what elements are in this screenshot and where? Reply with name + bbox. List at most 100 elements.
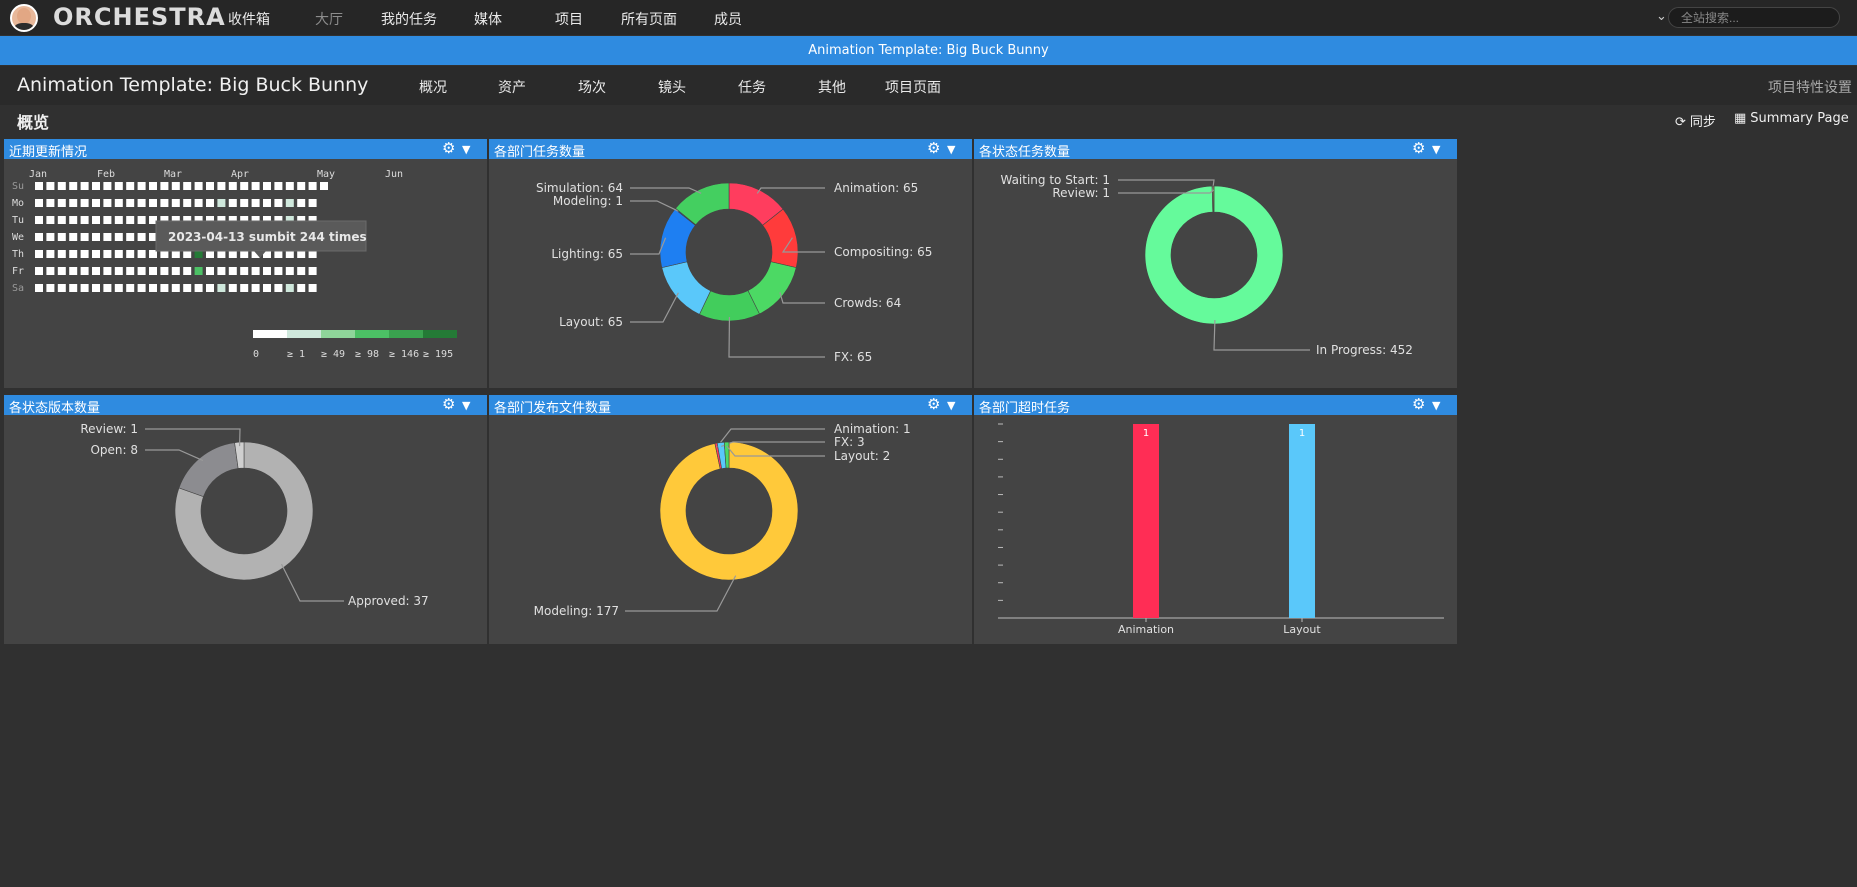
search-input[interactable]	[1681, 9, 1831, 26]
panel-header: 各状态任务数量 ⚙ ▼	[974, 139, 1457, 160]
donut-slice	[661, 261, 711, 315]
legend-label: ≥ 98	[355, 349, 379, 360]
slice-label: Animation: 65	[834, 181, 918, 195]
legend-label: ≥ 146	[389, 349, 419, 360]
day-label: Th	[12, 249, 24, 260]
heatmap-cell	[297, 284, 306, 292]
heatmap-cell	[194, 199, 203, 207]
gear-icon[interactable]: ⚙	[442, 140, 455, 157]
heatmap-cell	[114, 182, 123, 190]
slice-label: FX: 3	[834, 435, 865, 449]
gear-icon[interactable]: ⚙	[927, 140, 940, 157]
month-label: Apr	[231, 169, 249, 180]
global-search[interactable]: ⌄	[1656, 7, 1840, 28]
heatmap-cell	[126, 216, 135, 224]
heatmap-cell	[35, 199, 43, 207]
tab-tasks[interactable]: 任务	[738, 77, 766, 97]
heatmap-cell	[137, 199, 146, 207]
caret-down-icon[interactable]: ▼	[947, 397, 955, 414]
panel-title: 各状态任务数量	[979, 145, 1071, 160]
gear-icon[interactable]: ⚙	[1412, 140, 1425, 157]
nav-inbox[interactable]: 收件箱	[228, 9, 270, 29]
panel-title: 各部门任务数量	[494, 145, 586, 160]
heatmap-cell	[103, 284, 112, 292]
heatmap-cell	[171, 267, 180, 275]
caret-down-icon[interactable]: ▼	[947, 141, 955, 158]
day-label: Su	[12, 181, 24, 192]
heatmap-cell	[308, 182, 317, 190]
caret-down-icon[interactable]: ▼	[462, 397, 470, 414]
heatmap-cell	[171, 182, 180, 190]
slice-label: FX: 65	[834, 350, 872, 364]
legend-label: 0	[253, 349, 259, 360]
tab-other[interactable]: 其他	[818, 77, 846, 97]
heatmap-cell	[137, 267, 146, 275]
nav-lobby[interactable]: 大厅	[315, 9, 343, 29]
nav-projects[interactable]: 项目	[555, 9, 583, 29]
nav-media[interactable]: 媒体	[474, 9, 502, 29]
heatmap-cell	[160, 199, 169, 207]
heatmap-cell	[92, 267, 100, 275]
nav-my-tasks[interactable]: 我的任务	[381, 9, 437, 29]
tab-shots[interactable]: 镜头	[658, 77, 686, 97]
slice-label: Modeling: 1	[553, 194, 623, 208]
gear-icon[interactable]: ⚙	[927, 396, 940, 413]
caret-down-icon[interactable]: ▼	[1432, 397, 1440, 414]
chevron-down-icon[interactable]: ⌄	[1656, 9, 1667, 24]
brand-logo[interactable]: ORCHESTRA	[53, 3, 226, 31]
sync-button[interactable]: ⟳ 同步	[1675, 111, 1716, 130]
heatmap-cell	[263, 267, 271, 275]
heatmap-cell	[35, 216, 43, 224]
heatmap-cell	[92, 250, 100, 258]
panel-status-version-count: 各状态版本数量 ⚙ ▼ Approved: 37 Open: 8 Review: 1	[4, 395, 487, 644]
heatmap-cell	[114, 250, 123, 258]
user-avatar[interactable]	[10, 4, 38, 32]
legend-swatch	[321, 330, 355, 338]
slice-label: Layout: 65	[559, 315, 623, 329]
project-settings-link[interactable]: 项目特性设置	[1768, 77, 1852, 97]
panel-recent-updates: 近期更新情况 ⚙ ▼ Jan Feb Mar Apr May Jun Su Mo Tu We Th F…	[4, 139, 487, 388]
heatmap-cell	[114, 284, 123, 292]
caret-down-icon[interactable]: ▼	[462, 141, 470, 158]
heatmap-cell	[285, 267, 294, 275]
heatmap-cell	[194, 267, 203, 275]
month-label: May	[317, 169, 335, 180]
legend-label: ≥ 195	[423, 349, 453, 360]
heatmap-cell	[114, 233, 123, 241]
legend-swatch	[355, 330, 389, 338]
panel-header: 各状态版本数量 ⚙ ▼	[4, 395, 487, 416]
category-label: Animation	[1118, 623, 1174, 636]
day-label: Sa	[12, 283, 24, 294]
heatmap-cell	[251, 284, 260, 292]
summary-page-button[interactable]: ▦ Summary Page	[1734, 111, 1849, 126]
heatmap-chart: Jan Feb Mar Apr May Jun Su Mo Tu We Th Fr Sa 2023-04…	[12, 169, 457, 360]
heatmap-cell	[297, 199, 306, 207]
heatmap-cell	[217, 182, 226, 190]
nav-all-pages[interactable]: 所有页面	[621, 9, 677, 29]
heatmap-cell	[35, 233, 43, 241]
heatmap-cell	[137, 284, 146, 292]
heatmap-cell	[35, 182, 43, 190]
heatmap-cell	[149, 182, 157, 190]
donut-chart-publish-files: Modeling: 177 Animation: 1FX: 3Layout: 2	[534, 422, 911, 618]
heatmap-cell	[251, 267, 260, 275]
gear-icon[interactable]: ⚙	[1412, 396, 1425, 413]
tab-assets[interactable]: 资产	[498, 77, 526, 97]
slice-label: Crowds: 64	[834, 296, 901, 310]
panel-header: 各部门发布文件数量 ⚙ ▼	[489, 395, 972, 416]
heatmap-cell	[80, 216, 89, 224]
tab-overview[interactable]: 概况	[419, 77, 447, 97]
gear-icon[interactable]: ⚙	[442, 396, 455, 413]
tab-sequences[interactable]: 场次	[578, 77, 606, 97]
legend-swatch	[389, 330, 423, 338]
heatmap-cell	[137, 250, 146, 258]
project-banner: Animation Template: Big Buck Bunny	[0, 36, 1857, 65]
caret-down-icon[interactable]: ▼	[1432, 141, 1440, 158]
heatmap-cell	[80, 199, 89, 207]
panel-title: 各部门发布文件数量	[494, 401, 612, 416]
sync-icon: ⟳	[1675, 115, 1686, 130]
heatmap-cell	[137, 233, 146, 241]
tab-project-pages[interactable]: 项目页面	[885, 77, 941, 97]
nav-members[interactable]: 成员	[714, 9, 742, 29]
heatmap-cell	[228, 182, 237, 190]
